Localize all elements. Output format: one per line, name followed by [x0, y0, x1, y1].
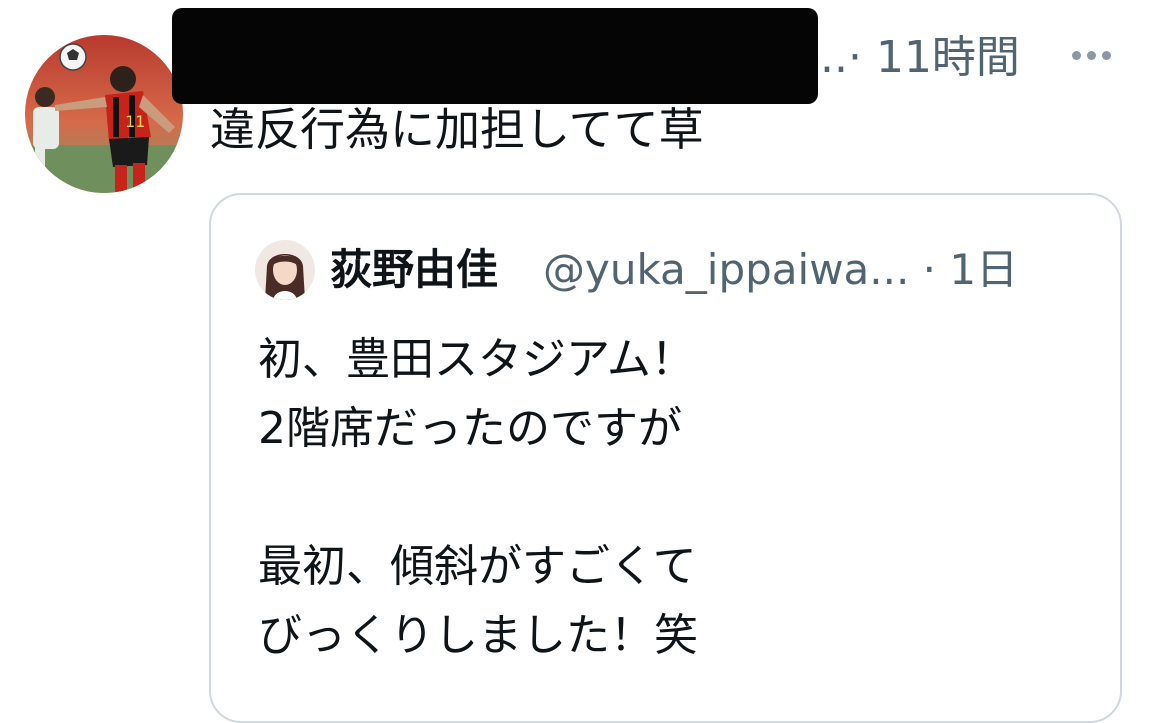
dot — [1102, 51, 1111, 60]
redacted-username — [172, 8, 818, 104]
dot — [1087, 51, 1096, 60]
svg-text:11: 11 — [125, 112, 145, 131]
quoted-text-line — [258, 463, 698, 532]
quoted-text-line: 2階席だったのですが — [258, 403, 682, 454]
dot — [1072, 51, 1081, 60]
quoted-text-line: びっくりしました！笑 — [258, 610, 698, 661]
quoted-text-line: 初、豊田スタジアム！ — [258, 334, 695, 385]
tweet-timestamp[interactable]: ..· 11時間 — [820, 30, 1020, 86]
quoted-tweet-text: 初、豊田スタジアム！ 2階席だったのですが 最初、傾斜がすごくて びっくりしまし… — [258, 325, 698, 670]
tweet[interactable]: 11 ..· 11時間 違反行為に加担してて草 荻野由佳 @yuka_ippai… — [0, 0, 1159, 723]
quoted-author-avatar[interactable] — [255, 240, 315, 300]
quoted-text-line: 最初、傾斜がすごくて — [258, 541, 697, 592]
tweet-text: 違反行為に加担してて草 — [210, 103, 704, 156]
person-avatar-icon — [255, 240, 315, 300]
quoted-author-name[interactable]: 荻野由佳 — [330, 240, 498, 300]
user-avatar[interactable]: 11 — [25, 35, 183, 193]
soccer-player-avatar-icon: 11 — [25, 35, 183, 193]
quoted-author-handle[interactable]: @yuka_ippaiwa... · 1日 — [543, 240, 1018, 300]
more-horizontal-icon[interactable] — [1072, 44, 1120, 68]
